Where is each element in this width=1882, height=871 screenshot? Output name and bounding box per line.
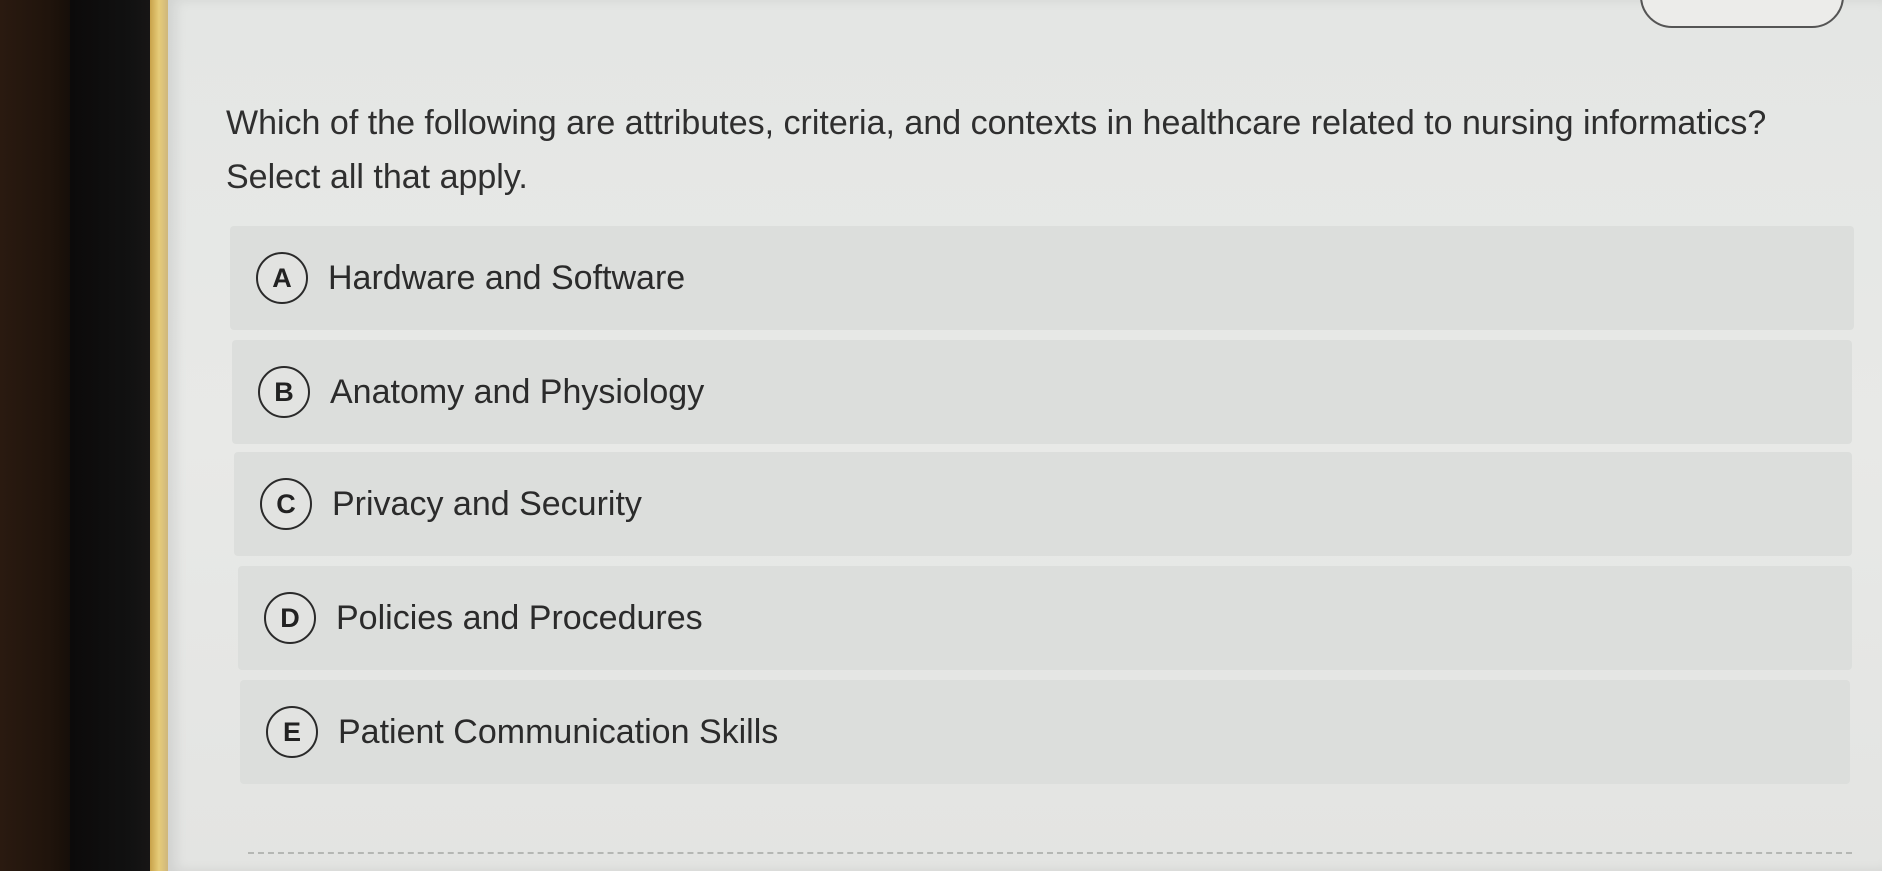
option-letter-badge: D <box>264 592 316 644</box>
option-letter-badge: C <box>260 478 312 530</box>
quiz-screen: Which of the following are attributes, c… <box>168 0 1882 871</box>
option-letter-badge: E <box>266 706 318 758</box>
answer-option-d[interactable]: D Policies and Procedures <box>238 566 1852 670</box>
section-divider <box>248 852 1852 854</box>
monitor-bezel-inner <box>70 0 154 871</box>
answer-option-c[interactable]: C Privacy and Security <box>234 452 1852 556</box>
option-label: Privacy and Security <box>332 484 642 523</box>
answer-option-e[interactable]: E Patient Communication Skills <box>240 680 1850 784</box>
option-letter-badge: B <box>258 366 310 418</box>
option-letter-badge: A <box>256 252 308 304</box>
option-label: Hardware and Software <box>328 258 686 297</box>
answer-option-b[interactable]: B Anatomy and Physiology <box>232 340 1852 444</box>
question-prompt: Which of the following are attributes, c… <box>226 96 1866 204</box>
question-text-line: Which of the following are attributes, c… <box>226 104 1767 142</box>
option-label: Policies and Procedures <box>336 598 703 637</box>
points-badge-cropped <box>1640 0 1844 28</box>
option-label: Anatomy and Physiology <box>330 372 705 411</box>
sidebar-accent-strip <box>150 0 170 871</box>
question-instruction: Select all that apply. <box>226 158 528 196</box>
option-label: Patient Communication Skills <box>338 712 779 751</box>
monitor-bezel-outer <box>0 0 80 871</box>
answer-option-a[interactable]: A Hardware and Software <box>230 226 1854 330</box>
